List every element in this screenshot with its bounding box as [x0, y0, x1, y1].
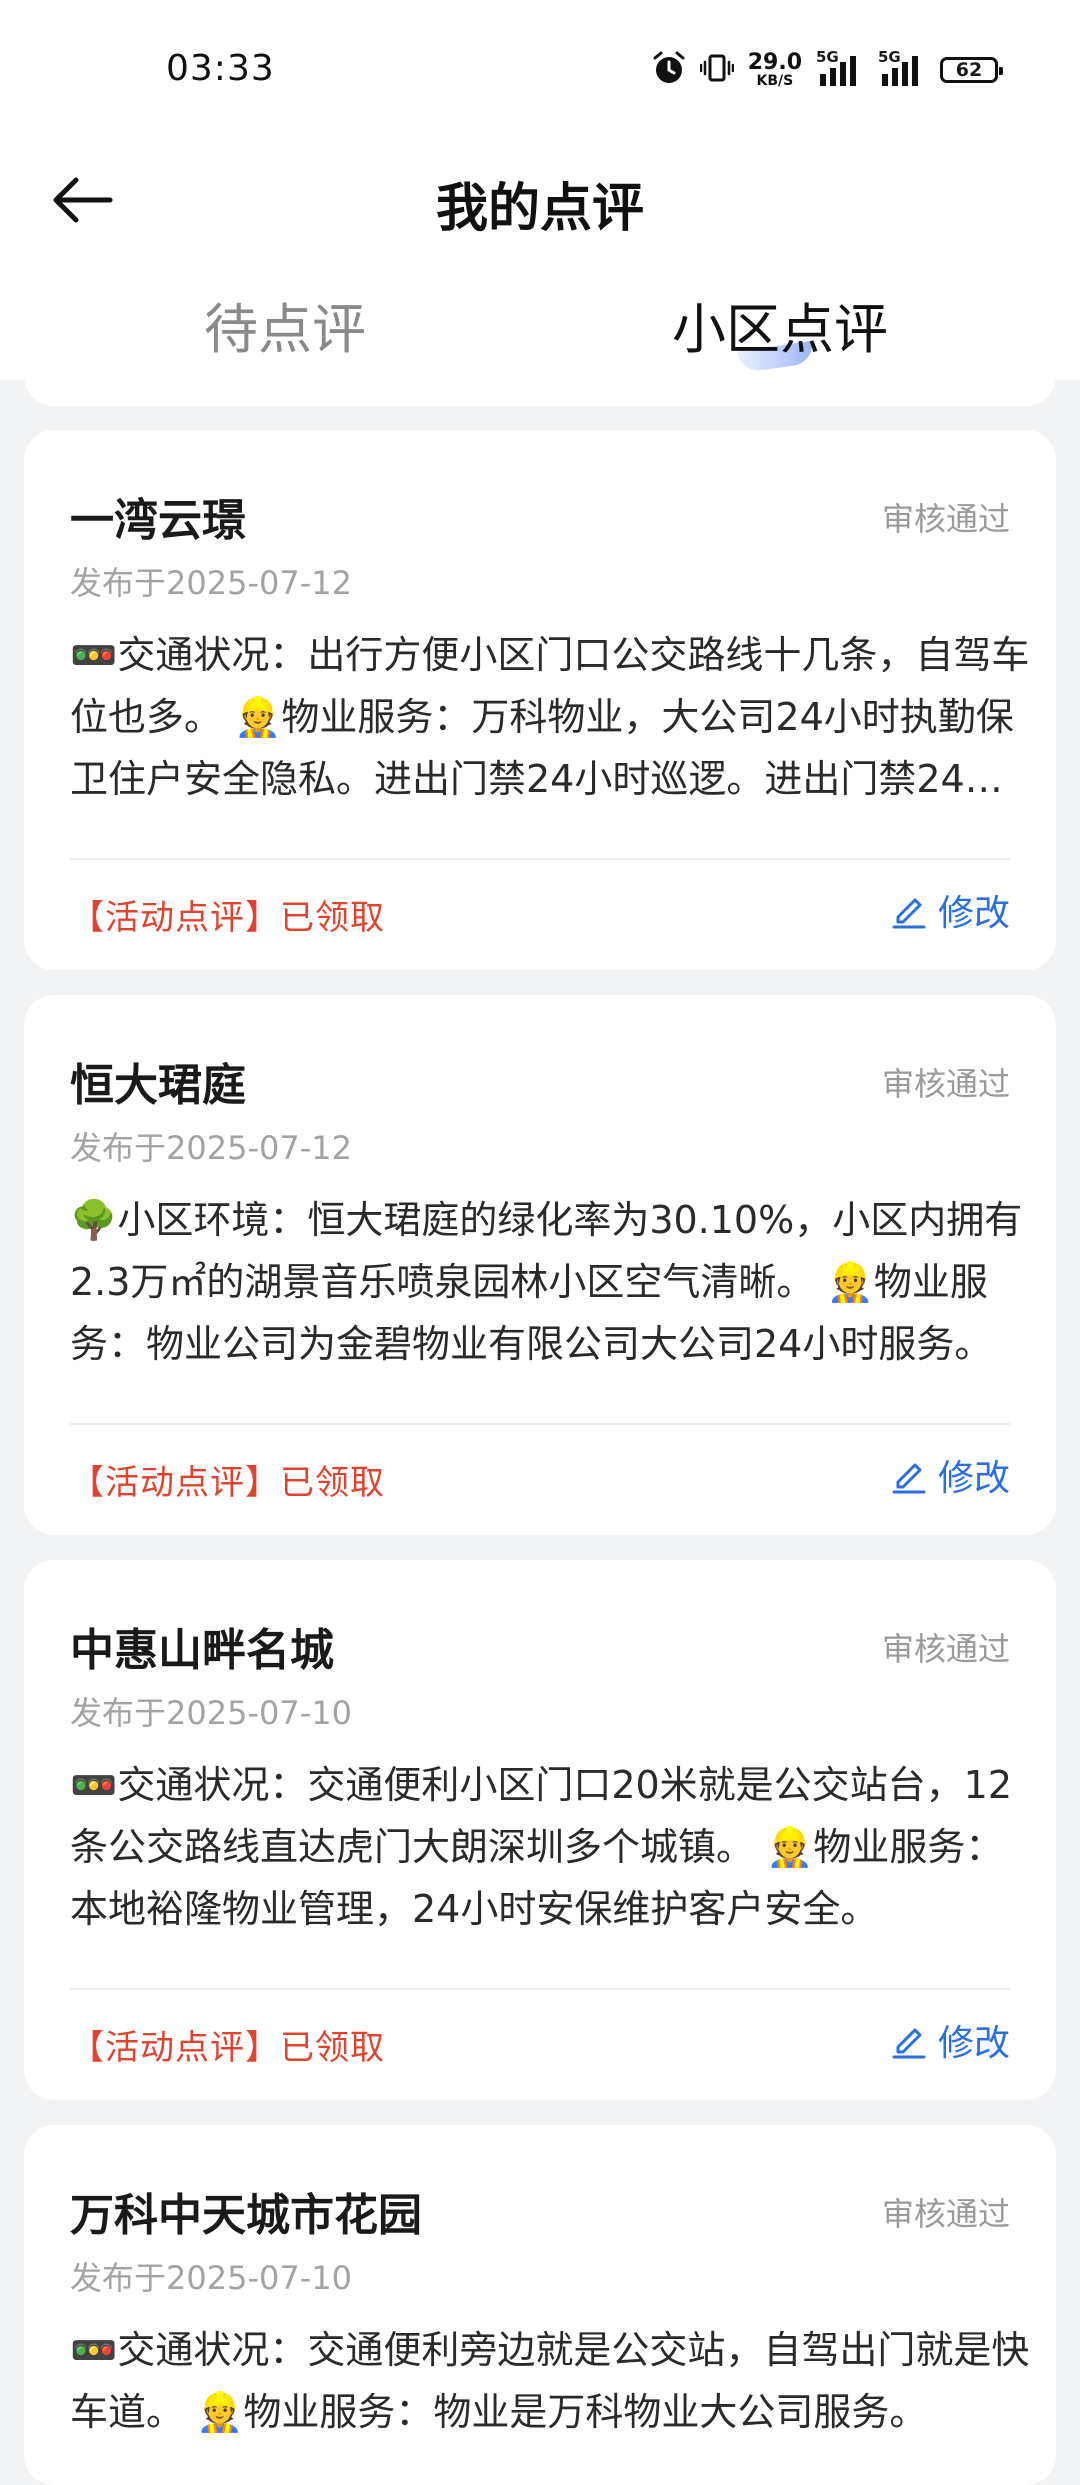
battery-icon: 62 [940, 57, 1003, 83]
publish-date: 发布于2025-07-10 [70, 1694, 352, 1732]
network-speed-value: 29.0 [747, 50, 802, 75]
status-icons: 29.0 KB/S 5G 5G 62 [652, 46, 1003, 94]
review-content: 🚥交通状况：交通便利旁边就是公交站，自驾出门就是快车道。 👷物业服务：物业是万科… [70, 2328, 1030, 2434]
tab-pending-review[interactable]: 待点评 [204, 280, 366, 380]
publish-date: 发布于2025-07-12 [70, 1129, 352, 1167]
network-speed: 29.0 KB/S [747, 50, 802, 89]
network-speed-unit: KB/S [756, 73, 794, 89]
edit-button[interactable]: 修改 [890, 2014, 1010, 2066]
review-status: 审核通过 [881, 1065, 1010, 1103]
status-time: 03:33 [166, 48, 275, 89]
tab-community-review[interactable]: 小区点评 [672, 280, 888, 380]
review-card[interactable]: 中惠山畔名城 审核通过 发布于2025-07-10 🚥交通状况：交通便利小区门口… [24, 1560, 1056, 2100]
edit-label: 修改 [937, 1458, 1010, 1499]
community-name: 中惠山畔名城 [70, 1625, 334, 1676]
signal-sim1-icon: 5G [816, 48, 864, 90]
edit-label: 修改 [937, 893, 1010, 934]
review-card[interactable]: 万科中天城市花园 审核通过 发布于2025-07-10 🚥交通状况：交通便利旁边… [24, 2125, 1056, 2485]
publish-date: 发布于2025-07-12 [70, 564, 352, 602]
edit-icon [892, 1463, 926, 1494]
review-status: 审核通过 [881, 2195, 1010, 2233]
reward-status: 【活动点评】已领取 [70, 2028, 385, 2068]
edit-button[interactable]: 修改 [890, 1449, 1010, 1501]
review-content: 🌳小区环境：恒大珺庭的绿化率为30.10%，小区内拥有2.3万㎡的湖景音乐喷泉园… [70, 1198, 1023, 1366]
reward-status: 【活动点评】已领取 [70, 898, 385, 938]
edit-button[interactable]: 修改 [890, 884, 1010, 936]
review-content: 🚥交通状况：出行方便小区门口公交路线十几条，自驾车位也多。 👷物业服务：万科物业… [70, 633, 1030, 801]
edit-label: 修改 [937, 2023, 1010, 2064]
community-name: 恒大珺庭 [70, 1060, 246, 1111]
reward-status: 【活动点评】已领取 [70, 1463, 385, 1503]
review-card[interactable]: 一湾云璟 审核通过 发布于2025-07-12 🚥交通状况：出行方便小区门口公交… [24, 430, 1056, 970]
sim1-label: 5G [816, 48, 839, 66]
alarm-icon [652, 50, 686, 90]
tab-bar: 待点评 小区点评 [0, 280, 1080, 380]
divider [70, 858, 1010, 860]
review-content: 🚥交通状况：交通便利小区门口20米就是公交站台，12条公交路线直达虎门大朗深圳多… [70, 1763, 1013, 1931]
page-title: 我的点评 [435, 179, 644, 239]
community-name: 一湾云璟 [70, 495, 246, 546]
review-card[interactable]: 恒大珺庭 审核通过 发布于2025-07-12 🌳小区环境：恒大珺庭的绿化率为3… [24, 995, 1056, 1535]
review-status: 审核通过 [881, 1630, 1010, 1668]
divider [70, 1988, 1010, 1990]
divider [70, 1423, 1010, 1425]
header: 我的点评 待点评 小区点评 [0, 140, 1080, 380]
status-bar: 03:33 29.0 KB/S 5G 5G 62 [0, 0, 1080, 140]
previous-card-edge [24, 370, 1056, 406]
publish-date: 发布于2025-07-10 [70, 2259, 352, 2297]
vibrate-icon [699, 51, 734, 89]
edit-icon [892, 2028, 926, 2059]
community-name: 万科中天城市花园 [70, 2190, 422, 2241]
review-status: 审核通过 [881, 500, 1010, 538]
signal-sim2-icon: 5G [878, 48, 926, 90]
edit-icon [892, 898, 926, 929]
sim2-label: 5G [878, 48, 901, 66]
